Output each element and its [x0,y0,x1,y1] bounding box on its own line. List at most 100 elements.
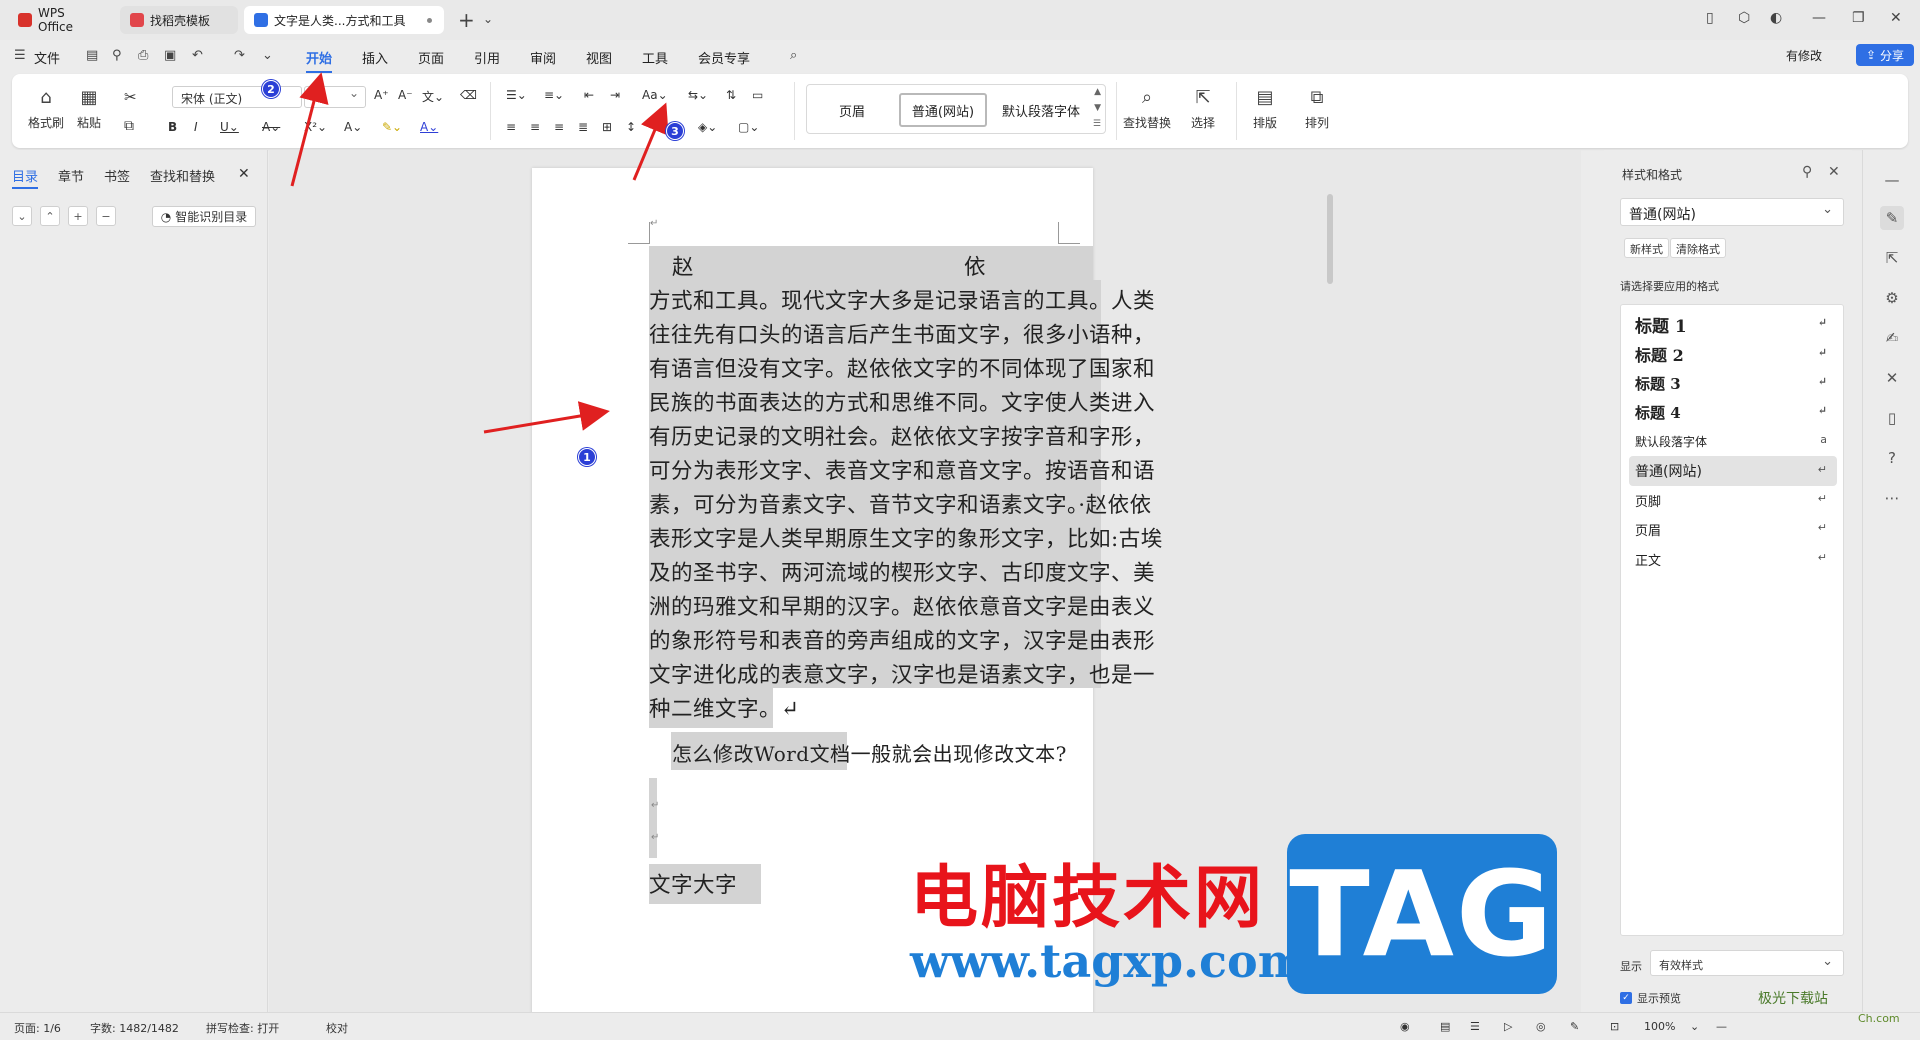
menu-review[interactable]: 审阅 [530,48,556,67]
close-icon[interactable]: ✕ [1828,164,1840,180]
show-styles-select[interactable]: 有效样式 [1650,950,1844,976]
bold-icon[interactable]: B [168,120,177,134]
minus-icon[interactable]: — [1880,168,1904,192]
share-button[interactable]: ⇪ 分享 [1856,44,1914,66]
close-icon[interactable]: ✕ [238,166,250,182]
numbered-list-icon[interactable]: ≡⌄ [544,88,564,102]
zoom-dropdown-icon[interactable]: ⌄ [1690,1020,1699,1033]
distribute-icon[interactable]: ⊞ [602,120,612,134]
paste-button[interactable]: ▦ 粘贴 [76,84,102,131]
outline-view-icon[interactable]: ☰ [1470,1020,1480,1033]
align-left-icon[interactable]: ≡ [506,120,516,134]
phonetic-icon[interactable]: 文⌄ [422,88,444,105]
restore-icon[interactable]: ❐ [1852,10,1865,26]
smart-toc-button[interactable]: ◔ 智能识别目录 [152,206,256,227]
show-preview-checkbox[interactable]: ✓ 显示预览 [1620,990,1681,1006]
copy-icon[interactable]: ⧉ [124,118,134,134]
adjust-icon[interactable]: ⚙ [1880,286,1904,310]
change-case-icon[interactable]: Aa⌄ [642,88,668,102]
nav-tab-bookmark[interactable]: 书签 [104,166,130,185]
page-count[interactable]: 页面: 1/6 [14,1020,61,1036]
nav-tab-find-replace[interactable]: 查找和替换 [150,166,215,185]
hamburger-icon[interactable]: ☰ [14,48,26,63]
scroll-up-icon[interactable]: ▲ [1094,87,1101,97]
proofread[interactable]: 校对 [326,1020,348,1036]
unsaved-dot-icon[interactable] [427,18,432,23]
scrollbar-thumb[interactable] [1327,194,1333,284]
edit-icon[interactable]: ✍ [1880,326,1904,350]
font-color-icon[interactable]: A⌄ [420,120,438,134]
save-icon[interactable]: ▤ [86,48,98,63]
nav-tab-toc[interactable]: 目录 [12,166,39,189]
style-item-heading-2[interactable]: 标题 2 ↵ [1629,339,1837,369]
more-icon[interactable]: ⌄ [262,48,273,63]
redo-icon[interactable]: ↷ [234,48,245,63]
font-name-select[interactable]: 宋体 (正文) [172,86,302,108]
link-icon[interactable]: ⚲ [112,48,122,63]
select-cursor-icon[interactable]: ⇱ [1880,246,1904,270]
font-shrink-icon[interactable]: A⁻ [398,88,413,102]
collapse-icon[interactable]: ⌄ [12,206,32,226]
justify-icon[interactable]: ≣ [578,120,588,134]
menu-reference[interactable]: 引用 [474,48,500,67]
book-icon[interactable]: ▯ [1880,406,1904,430]
remove-icon[interactable]: − [96,206,116,226]
undo-icon[interactable]: ↶ [192,48,203,63]
underline-icon[interactable]: U⌄ [220,120,239,134]
align-right-icon[interactable]: ≡ [554,120,564,134]
tab-template[interactable]: 找稻壳模板 [120,6,238,34]
more-icon[interactable]: ⋯ [1880,486,1904,510]
scroll-down-icon[interactable]: ▼ [1094,103,1101,113]
style-item-normal-web[interactable]: 普通(网站) ↵ [1629,456,1837,486]
style-item-heading-1[interactable]: 标题 1 ↵ [1629,309,1837,339]
close-icon[interactable]: ✕ [1890,10,1902,26]
zoom-level[interactable]: 100% [1644,1020,1675,1033]
spell-check[interactable]: 拼写检查: 打开 [206,1020,279,1036]
typeset-button[interactable]: ▤ 排版 [1244,84,1286,131]
arrange-button[interactable]: ⧉ 排列 [1296,84,1338,131]
menu-start[interactable]: 开始 [306,48,333,73]
tab-document[interactable]: 文字是人类...方式和工具 [244,6,444,34]
border-icon[interactable]: ▢⌄ [738,120,759,134]
pen-icon[interactable]: ✎ [1570,1020,1579,1033]
style-item-footer[interactable]: 页脚 ↵ [1629,485,1837,515]
styles-pane-title[interactable]: 样式和格式 [1622,166,1682,183]
style-item-heading-4[interactable]: 标题 4 ↵ [1629,397,1837,427]
sort-icon[interactable]: ⇅ [726,88,736,102]
menu-member[interactable]: 会员专享 [698,48,750,67]
cut-icon[interactable]: ✂ [124,88,137,106]
highlight-icon[interactable]: ✎⌄ [382,120,402,134]
print-icon[interactable]: ⎙ [138,48,148,63]
cube-icon[interactable]: ⬡ [1738,10,1750,26]
expand-up-icon[interactable]: ⌃ [40,206,60,226]
word-count[interactable]: 字数: 1482/1482 [90,1020,179,1036]
layout-icon[interactable]: ▯ [1706,10,1714,26]
style-item-default-font[interactable]: 默认段落字体 a [1629,426,1837,456]
tools-icon[interactable]: ✕ [1880,366,1904,390]
help-icon[interactable]: ? [1880,446,1904,470]
current-style-select[interactable]: 普通(网站) [1620,198,1844,226]
select-button[interactable]: ⇱ 选择 [1182,84,1224,131]
increase-indent-icon[interactable]: ⇥ [610,88,620,102]
style-normal-web[interactable]: 普通(网站) [899,93,987,127]
clear-format-button[interactable]: 清除格式 [1670,238,1726,258]
menu-page[interactable]: 页面 [418,48,444,67]
format-painter-button[interactable]: ⌂ 格式刷 [28,84,64,131]
text-direction-icon[interactable]: ⇆⌄ [688,88,708,102]
align-center-icon[interactable]: ≡ [530,120,540,134]
print-preview-icon[interactable]: ▣ [164,48,176,63]
new-tab-icon[interactable]: + [458,8,475,32]
add-icon[interactable]: + [68,206,88,226]
style-item-heading-3[interactable]: 标题 3 ↵ [1629,368,1837,398]
table-icon[interactable]: ▭ [752,88,763,102]
fit-icon[interactable]: ⊡ [1610,1020,1619,1033]
search-icon[interactable]: ⌕ [790,48,797,63]
line-spacing-icon[interactable]: ↕ [626,120,636,134]
style-item-body[interactable]: 正文 ↵ [1629,544,1837,574]
find-replace-button[interactable]: ⌕ 查找替换 [1116,84,1178,131]
modified-status[interactable]: 有修改 [1786,47,1822,64]
italic-icon[interactable]: I [194,120,198,134]
menu-insert[interactable]: 插入 [362,48,388,67]
text-effect-icon[interactable]: A⌄ [344,120,362,134]
eye-icon[interactable]: ◉ [1400,1020,1410,1033]
